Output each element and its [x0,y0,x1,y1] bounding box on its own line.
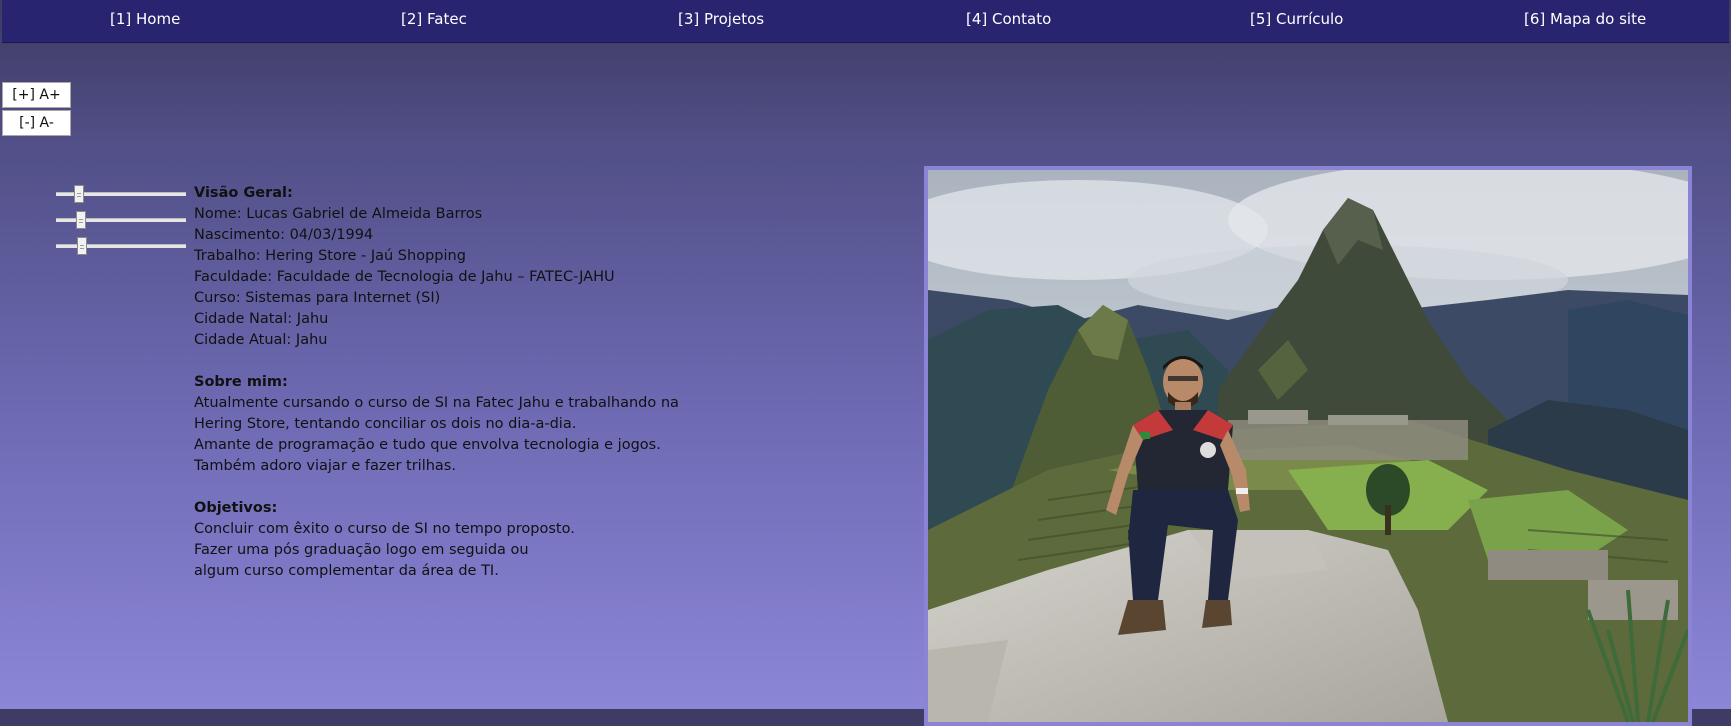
about-line: Atualmente cursando o curso de SI na Fat… [194,395,679,411]
top-navigation: [1] Home [2] Fatec [3] Projetos [4] Cont… [2,0,1729,43]
overview-birth: Nascimento: 04/03/1994 [194,227,374,243]
decrease-font-button[interactable]: [-] A- [2,110,71,136]
overview-hometown: Cidade Natal: Jahu [194,311,329,327]
nav-link-curriculo[interactable]: [5] Currículo [1250,10,1343,28]
profile-photo [924,166,1692,726]
slider-track [56,244,186,248]
overview-course: Curso: Sistemas para Internet (SI) [194,290,441,306]
goals-line: Concluir com êxito o curso de SI no temp… [194,521,575,537]
about-heading: Sobre mim: [194,374,288,390]
nav-link-home[interactable]: [1] Home [110,10,180,28]
machu-picchu-photo-illustration [928,170,1688,722]
nav-link-projetos[interactable]: [3] Projetos [678,10,764,28]
slider-2[interactable] [56,211,186,229]
slider-thumb[interactable] [74,185,85,203]
nav-link-fatec[interactable]: [2] Fatec [401,10,467,28]
slider-1[interactable] [56,185,186,203]
overview-current-city: Cidade Atual: Jahu [194,332,328,348]
profile-info: Visão Geral: Nome: Lucas Gabriel de Alme… [194,183,914,582]
slider-thumb[interactable] [77,237,87,255]
slider-3[interactable] [56,237,186,255]
goals-heading: Objetivos: [194,500,278,516]
nav-link-mapa-do-site[interactable]: [6] Mapa do site [1524,10,1646,28]
about-line: Amante de programação e tudo que envolva… [194,437,661,453]
overview-heading: Visão Geral: [194,185,293,201]
about-line: Também adoro viajar e fazer trilhas. [194,458,456,474]
overview-college: Faculdade: Faculdade de Tecnologia de Ja… [194,269,615,285]
about-line: Hering Store, tentando conciliar os dois… [194,416,577,432]
goals-line: Fazer uma pós graduação logo em seguida … [194,542,529,558]
slider-thumb[interactable] [75,211,86,229]
increase-font-button[interactable]: [+] A+ [2,82,71,108]
overview-name: Nome: Lucas Gabriel de Almeida Barros [194,206,483,222]
nav-link-contato[interactable]: [4] Contato [966,10,1051,28]
overview-work: Trabalho: Hering Store - Jaú Shopping [194,248,466,264]
goals-line: algum curso complementar da área de TI. [194,563,499,579]
